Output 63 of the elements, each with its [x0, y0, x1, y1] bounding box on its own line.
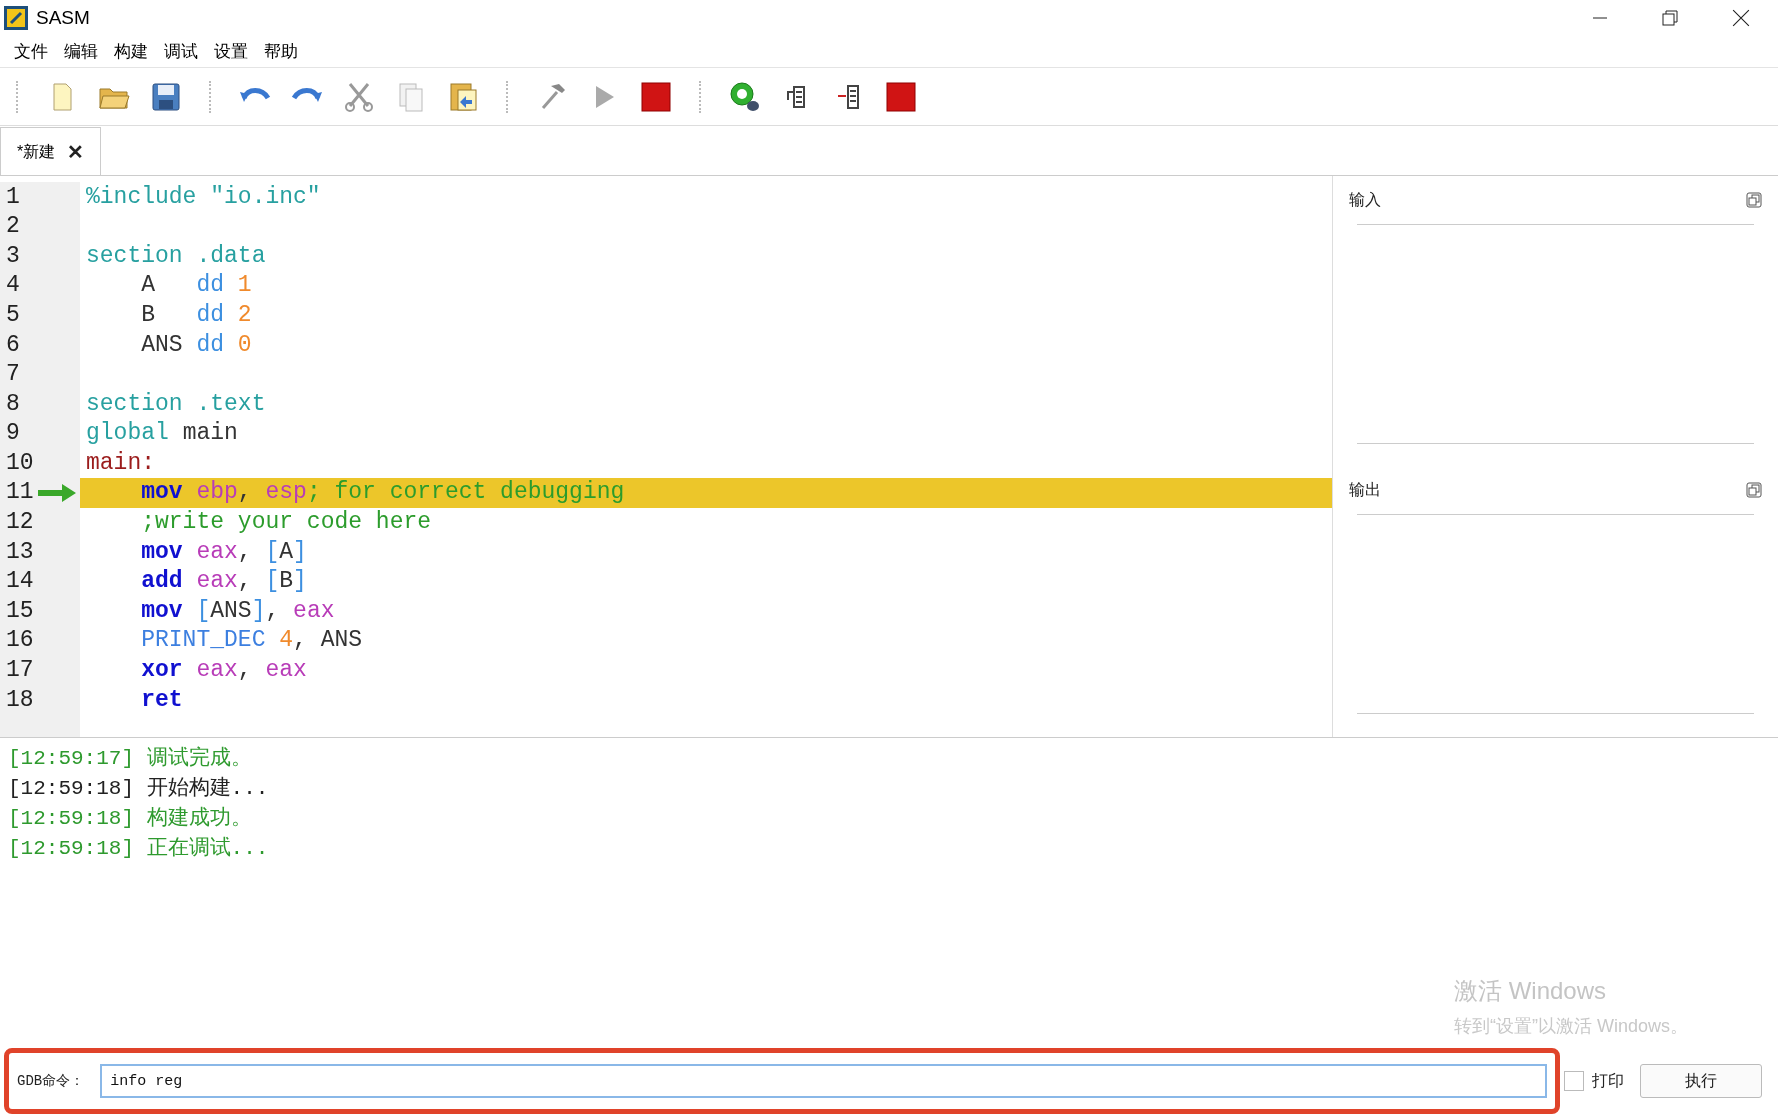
gdb-label: GDB命令：	[17, 1071, 85, 1091]
panel-title: 输出	[1349, 480, 1381, 500]
code-line: xor eax, eax	[140, 656, 307, 686]
code-line: B dd 2	[140, 300, 252, 330]
close-icon[interactable]	[1732, 9, 1750, 27]
code-line: ANS dd 0	[140, 330, 252, 360]
gdb-command-field[interactable]: info reg	[100, 1064, 1547, 1098]
menu-item[interactable]: 构建	[108, 38, 154, 65]
line-number: 17	[5, 656, 35, 686]
float-icon[interactable]	[1746, 192, 1762, 208]
stop-icon[interactable]	[884, 79, 918, 114]
line-number: 4	[5, 271, 21, 301]
run-button[interactable]: 执行	[1640, 1064, 1762, 1098]
app-logo-icon	[4, 6, 28, 30]
code-line: global main	[86, 419, 238, 449]
print-checkbox[interactable]	[1564, 1071, 1584, 1091]
code-line: PRINT_DEC 4, ANS	[140, 626, 363, 656]
code-line: mov ebp, esp; for correct debugging	[140, 478, 625, 508]
menu-item[interactable]: 调试	[158, 38, 204, 65]
stop-icon[interactable]	[639, 79, 673, 114]
line-number: 6	[5, 330, 21, 360]
line-number: 14	[5, 567, 35, 597]
line-number: 5	[5, 300, 21, 330]
menu-item[interactable]: 帮助	[258, 38, 304, 65]
line-number: 13	[5, 537, 35, 567]
line-number: 7	[5, 360, 21, 390]
log-line: [12:59:18] 正在调试...	[8, 835, 270, 862]
editor-tab[interactable]: *新建 ✕	[0, 127, 102, 175]
tab-close-icon[interactable]: ✕	[67, 136, 85, 167]
window-title: SASM	[36, 5, 90, 30]
restore-icon[interactable]	[1662, 10, 1678, 26]
line-number: 3	[5, 241, 21, 271]
menu-item[interactable]: 设置	[208, 38, 254, 65]
line-number: 8	[5, 389, 21, 419]
code-line: A dd 1	[140, 271, 252, 301]
activation-title: 激活 Windows	[1454, 976, 1607, 1006]
line-number: 1	[5, 182, 21, 212]
line-number: 11	[5, 478, 35, 508]
line-number: 2	[5, 212, 21, 242]
code-line: section .text	[86, 389, 266, 419]
debug-icon[interactable]	[728, 79, 762, 114]
line-number: 18	[5, 685, 35, 715]
menu-item[interactable]: 文件	[8, 38, 54, 65]
print-label: 打印	[1592, 1071, 1624, 1091]
log-line: [12:59:18] 开始构建...	[8, 775, 270, 802]
code-line: %include "io.inc"	[86, 182, 321, 212]
line-number: 16	[5, 626, 35, 656]
panel-title: 输入	[1349, 190, 1381, 210]
menu-item[interactable]: 编辑	[58, 38, 104, 65]
code-line: mov [ANS], eax	[140, 596, 335, 626]
code-line: ;write your code here	[140, 508, 432, 538]
log-line: [12:59:18] 构建成功。	[8, 805, 253, 832]
line-number: 15	[5, 596, 35, 626]
log-line: [12:59:17] 调试完成。	[8, 745, 253, 772]
code-line: ret	[140, 685, 183, 715]
line-number: 12	[5, 508, 35, 538]
code-line: main:	[86, 448, 155, 478]
line-number: 9	[5, 419, 21, 449]
code-line: section .data	[86, 241, 266, 271]
code-line: mov eax, [A]	[140, 537, 307, 567]
float-icon[interactable]	[1746, 482, 1762, 498]
line-number: 10	[5, 448, 35, 478]
code-line: add eax, [B]	[140, 567, 307, 597]
